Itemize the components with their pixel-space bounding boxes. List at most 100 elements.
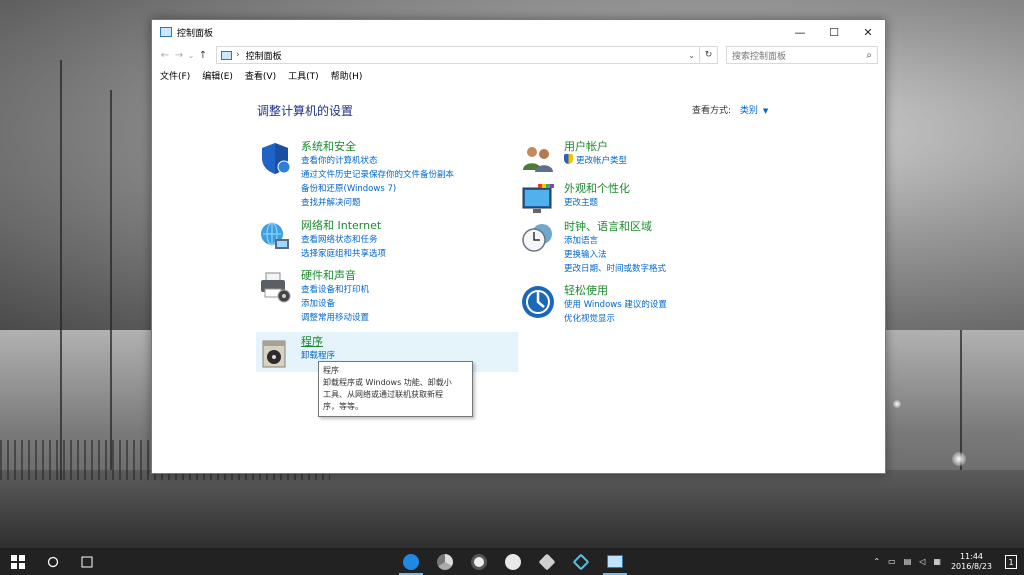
category-network-internet: 网络和 Internet 查看网络状态和任务 选择家庭组和共享选项 (257, 219, 386, 261)
search-placeholder: 搜索控制面板 (732, 51, 787, 62)
action-center-button[interactable]: 1 (998, 548, 1024, 575)
category-title[interactable]: 外观和个性化 (564, 182, 630, 196)
category-ease-of-access: 轻松使用 使用 Windows 建议的设置 优化视觉显示 (520, 284, 667, 326)
taskbar-app-browser[interactable] (462, 548, 496, 575)
programs-disc-icon[interactable] (257, 335, 293, 371)
link-change-input-method[interactable]: 更换输入法 (564, 248, 666, 262)
link-view-computer-status[interactable]: 查看你的计算机状态 (301, 154, 454, 168)
link-backup-restore[interactable]: 备份和还原(Windows 7) (301, 182, 454, 196)
link-troubleshoot[interactable]: 查找并解决问题 (301, 196, 454, 210)
cortana-button[interactable] (36, 548, 70, 575)
link-label: 更改帐户类型 (576, 156, 628, 166)
category-title[interactable]: 硬件和声音 (301, 269, 369, 283)
taskbar-app-chrome[interactable] (428, 548, 462, 575)
recent-locations-icon[interactable]: ⌄ (186, 51, 196, 60)
category-title[interactable]: 时钟、语言和区域 (564, 220, 666, 234)
power-icon[interactable]: ▭ (888, 557, 896, 566)
main-content: 调整计算机的设置 查看方式: 类别 ▼ 系统和安全 查看你的计算机状态 通过文件… (152, 84, 885, 474)
link-recommended-settings[interactable]: 使用 Windows 建议的设置 (564, 298, 667, 312)
refresh-button[interactable]: ↻ (700, 46, 718, 64)
ease-of-access-icon[interactable] (520, 284, 556, 320)
tooltip-title: 程序 (323, 366, 339, 375)
category-title[interactable]: 轻松使用 (564, 284, 667, 298)
users-icon[interactable] (520, 140, 556, 176)
taskbar-app-ie[interactable] (394, 548, 428, 575)
ime-icon[interactable]: ▦ (933, 557, 941, 566)
taskbar-app-firefox[interactable] (496, 548, 530, 575)
menu-help[interactable]: 帮助(H) (331, 69, 363, 82)
taskbar-app-feather[interactable] (530, 548, 564, 575)
task-view-button[interactable] (70, 548, 104, 575)
volume-icon[interactable]: ◁ (919, 557, 925, 566)
wallpaper-tree (60, 60, 62, 480)
globe-network-icon[interactable] (257, 219, 293, 255)
search-input[interactable]: 搜索控制面板 ⌕ (726, 46, 878, 64)
view-by-label: 查看方式: (692, 106, 732, 116)
breadcrumb-control-panel[interactable]: 控制面板 (246, 49, 282, 62)
taskbar-app-control-panel[interactable] (598, 548, 632, 575)
view-by: 查看方式: 类别 ▼ (692, 103, 768, 116)
view-by-dropdown[interactable]: 类别 (740, 106, 758, 116)
control-panel-icon (160, 27, 172, 37)
wallpaper-road (0, 470, 1024, 550)
control-panel-icon (607, 555, 623, 568)
clock-globe-icon[interactable] (520, 220, 556, 256)
link-add-device[interactable]: 添加设备 (301, 297, 369, 311)
chevron-down-icon[interactable]: ▼ (763, 107, 768, 115)
search-icon[interactable]: ⌕ (866, 50, 872, 61)
close-button[interactable]: ✕ (851, 20, 885, 44)
ie-icon (403, 553, 419, 570)
taskbar-app-network[interactable] (564, 548, 598, 575)
diamond-app-icon (572, 553, 590, 570)
network-icon[interactable]: ▤ (904, 557, 912, 566)
link-add-language[interactable]: 添加语言 (564, 234, 666, 248)
breadcrumb-separator-icon[interactable]: › (236, 50, 240, 60)
link-change-account-type[interactable]: 更改帐户类型 (564, 154, 627, 168)
forward-icon[interactable]: → (172, 50, 186, 61)
menu-file[interactable]: 文件(F) (160, 69, 190, 82)
firefox-icon (505, 553, 521, 570)
up-icon[interactable]: ↑ (196, 50, 210, 61)
programs-tooltip: 程序 卸载程序或 Windows 功能、卸载小 工具、从网络或通过联机获取新程 … (318, 361, 473, 417)
chevron-up-icon[interactable]: ⌃ (873, 557, 880, 566)
category-system-security: 系统和安全 查看你的计算机状态 通过文件历史记录保存你的文件备份副本 备份和还原… (257, 140, 454, 210)
link-file-history[interactable]: 通过文件历史记录保存你的文件备份副本 (301, 168, 454, 182)
link-change-theme[interactable]: 更改主题 (564, 196, 630, 210)
category-clock-language-region: 时钟、语言和区域 添加语言 更换输入法 更改日期、时间或数字格式 (520, 220, 666, 276)
link-network-status[interactable]: 查看网络状态和任务 (301, 233, 386, 247)
windows-logo-icon (11, 554, 25, 569)
link-devices-printers[interactable]: 查看设备和打印机 (301, 283, 369, 297)
chrome-icon (437, 553, 453, 570)
feather-icon (538, 553, 556, 570)
menu-bar: 文件(F) 编辑(E) 查看(V) 工具(T) 帮助(H) (152, 66, 885, 84)
category-title[interactable]: 用户帐户 (564, 140, 627, 154)
clock[interactable]: 11:44 2016/8/23 (951, 552, 992, 572)
menu-tools[interactable]: 工具(T) (288, 69, 319, 82)
link-homegroup-sharing[interactable]: 选择家庭组和共享选项 (301, 247, 386, 261)
link-optimize-visual-display[interactable]: 优化视觉显示 (564, 312, 667, 326)
category-title[interactable]: 系统和安全 (301, 140, 454, 154)
printer-icon[interactable] (257, 269, 293, 305)
menu-edit[interactable]: 编辑(E) (202, 69, 233, 82)
clock-time: 11:44 (959, 551, 984, 561)
tooltip-line: 序，等等。 (323, 402, 363, 411)
wallpaper-tree (960, 330, 962, 470)
category-title[interactable]: 程序 (301, 335, 335, 349)
address-dropdown-icon[interactable]: ⌄ (688, 51, 695, 60)
link-date-time-format[interactable]: 更改日期、时间或数字格式 (564, 262, 666, 276)
tooltip-line: 工具、从网络或通过联机获取新程 (323, 390, 443, 399)
address-bar[interactable]: › 控制面板 ⌄ (216, 46, 700, 64)
category-title[interactable]: 网络和 Internet (301, 219, 386, 233)
link-mobility-settings[interactable]: 调整常用移动设置 (301, 311, 369, 325)
notification-count: 1 (1005, 554, 1017, 569)
title-bar[interactable]: 控制面板 — ☐ ✕ (152, 20, 885, 44)
minimize-button[interactable]: — (783, 20, 817, 44)
start-button[interactable] (0, 548, 36, 575)
back-icon[interactable]: ← (158, 50, 172, 61)
task-view-icon (81, 556, 93, 567)
maximize-button[interactable]: ☐ (817, 20, 851, 44)
menu-view[interactable]: 查看(V) (245, 69, 276, 82)
shield-icon[interactable] (257, 140, 293, 176)
browser-icon (471, 553, 487, 570)
monitor-palette-icon[interactable] (520, 182, 556, 218)
